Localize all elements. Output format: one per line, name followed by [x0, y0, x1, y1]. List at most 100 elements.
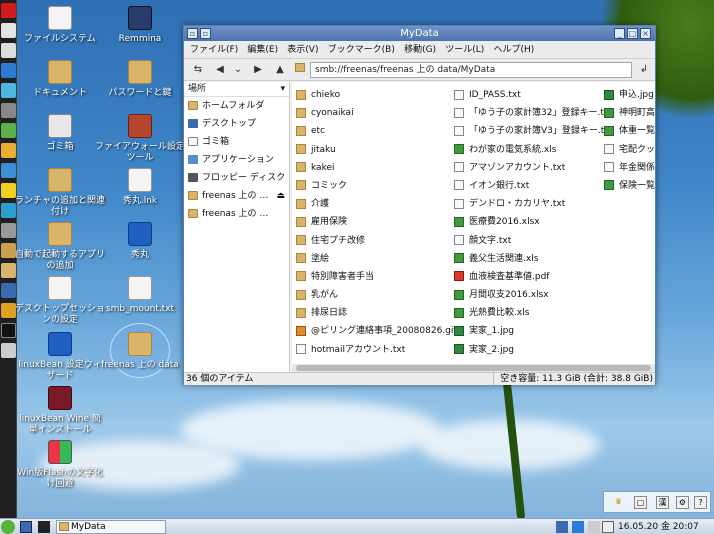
paint-icon[interactable] [1, 143, 16, 158]
file-item[interactable]: 年金関係… [604, 159, 655, 177]
file-item[interactable]: わが家の電気系統.xls [454, 141, 613, 159]
history-dropdown-icon[interactable]: ⌄ [230, 62, 246, 78]
sidebar-item-desktop[interactable]: デスクトップ [184, 115, 289, 133]
desktop-icon-smb-mount[interactable]: smb_mount.txt [95, 276, 185, 315]
file-item[interactable]: 乳がん [296, 286, 457, 304]
desktop-icon-passwords[interactable]: パスワードと鍵 [95, 60, 185, 99]
file-item[interactable]: cyonaikai [296, 104, 457, 122]
sidebar-item-trash[interactable]: ゴミ箱 [184, 133, 289, 151]
terminal-icon[interactable] [1, 323, 16, 338]
show-desktop-icon[interactable] [20, 521, 32, 533]
desktop-icon-remmina[interactable]: Remmina [95, 6, 185, 45]
sidebar-item-freenas-1[interactable]: freenas 上の … ⏏ [184, 187, 289, 205]
back-icon[interactable]: ◀ [212, 62, 228, 78]
menu-tools[interactable]: ツール(L) [442, 41, 487, 59]
monitor-icon[interactable] [602, 521, 614, 533]
sidebar-item-home[interactable]: ホームフォルダ [184, 97, 289, 115]
tool-icon[interactable]: ⚙ [676, 496, 689, 509]
desktop-icon-autostart[interactable]: 自動で起動するアプリの追加 [15, 222, 105, 272]
forward-icon[interactable]: ▶ [250, 62, 266, 78]
crown-icon[interactable]: ♛ [612, 496, 625, 509]
game-icon[interactable] [1, 123, 16, 138]
media-icon[interactable] [1, 103, 16, 118]
desktop-icon-wine-install[interactable]: linuxBean Wine 簡単インストール [15, 386, 105, 436]
desktop-icon-linuxbean-wizard[interactable]: linuxBean 設定ウィザード [15, 332, 105, 382]
file-item[interactable]: デンドロ・カカリヤ.txt [454, 195, 613, 213]
window-titlebar[interactable]: ▫ ▫ MyData _ □ × [184, 26, 655, 41]
pin-icon[interactable]: ▢ [634, 496, 647, 509]
folder-icon[interactable] [1, 263, 16, 278]
start-menu-button[interactable] [1, 520, 15, 534]
tools-icon[interactable] [1, 243, 16, 258]
file-item[interactable]: イオン銀行.txt [454, 177, 613, 195]
help-icon[interactable]: ? [694, 496, 707, 509]
network-icon[interactable] [1, 203, 16, 218]
minimize-button[interactable]: _ [614, 28, 625, 39]
file-item[interactable]: @ピリング連絡事項_20080826.gif [296, 322, 457, 340]
file-item[interactable]: 義父生活関連.xls [454, 250, 613, 268]
file-item[interactable]: 住宅プチ改修 [296, 232, 457, 250]
window-menu-button[interactable]: ▫ [187, 28, 198, 39]
new-tab-icon[interactable]: ⇆ [190, 62, 206, 78]
file-item[interactable]: アマゾンアカウント.txt [454, 159, 613, 177]
desktop-icon-hidemaru-lnk[interactable]: 秀丸.lnk [95, 168, 185, 207]
file-item[interactable]: 排尿日誌 [296, 304, 457, 322]
file-item[interactable]: 神明町高… [604, 104, 655, 122]
scrollbar-thumb[interactable] [296, 365, 651, 371]
menu-view[interactable]: 表示(V) [284, 41, 321, 59]
file-item[interactable]: 「ゆう子の家計簿32」登録キー.txt [454, 104, 613, 122]
horizontal-scrollbar[interactable] [292, 364, 655, 372]
desktop-icon-freenas-data[interactable]: freenas 上の data [95, 332, 185, 371]
desktop-icon-session[interactable]: デスクトップセッションの設定 [15, 276, 105, 326]
opera-icon[interactable] [1, 3, 16, 18]
volume-icon[interactable] [588, 521, 600, 533]
desktop-icon-filesystem[interactable]: ファイルシステム [15, 6, 105, 45]
monitor-icon[interactable] [1, 283, 16, 298]
photo-icon[interactable] [1, 163, 16, 178]
close-button[interactable]: × [640, 28, 651, 39]
sidebar-header[interactable]: 場所 ▾ [184, 82, 289, 97]
file-item[interactable]: 「ゆう子の家計簿V3」登録キー.txt [454, 122, 613, 140]
sidebar-item-floppy[interactable]: フロッピー ディスク [184, 169, 289, 187]
menu-help[interactable]: ヘルプ(H) [490, 41, 537, 59]
file-item[interactable]: 医療費2016.xlsx [454, 213, 613, 231]
file-item[interactable]: 宅配クック… [604, 141, 655, 159]
globe-icon[interactable] [1, 63, 16, 78]
file-item[interactable]: 体重一覧… [604, 122, 655, 140]
file-item[interactable]: 塗絵 [296, 250, 457, 268]
desktop-icon-firewall[interactable]: ファイアウォール設定ツール [95, 114, 185, 164]
mail-icon[interactable] [1, 23, 16, 38]
bird-icon[interactable] [1, 183, 16, 198]
desktop-icon-launcher-add[interactable]: ランチャの追加と関連付け [15, 168, 105, 218]
file-item[interactable]: chieko [296, 86, 457, 104]
taskbar-item-mydata[interactable]: MyData [56, 520, 166, 534]
ime-mode-icon[interactable]: 漢 [656, 496, 669, 509]
window-shade-button[interactable]: ▫ [200, 28, 211, 39]
trash-icon[interactable] [1, 343, 16, 358]
menu-edit[interactable]: 編集(E) [244, 41, 281, 59]
sidebar-item-freenas-2[interactable]: freenas 上の … [184, 205, 289, 223]
music-icon[interactable] [1, 83, 16, 98]
clock[interactable]: 16.05.20 金 20:07 [618, 519, 699, 534]
menu-go[interactable]: 移動(G) [401, 41, 439, 59]
eject-icon[interactable]: ⏏ [276, 187, 285, 205]
file-item[interactable]: 特別障害者手当 [296, 268, 457, 286]
file-item[interactable]: kakei [296, 159, 457, 177]
file-item[interactable]: 実家_1.jpg [454, 322, 613, 340]
menu-file[interactable]: ファイル(F) [187, 41, 241, 59]
file-item[interactable]: 月間収支2016.xlsx [454, 286, 613, 304]
go-icon[interactable]: ↲ [636, 62, 652, 78]
menu-bookmarks[interactable]: ブックマーク(B) [325, 41, 398, 59]
network-icon[interactable] [556, 521, 568, 533]
desktop-icon-documents[interactable]: ドキュメント [15, 60, 105, 99]
file-item[interactable]: jitaku [296, 141, 457, 159]
file-item[interactable]: 実家_2.jpg [454, 341, 613, 359]
wifi-icon[interactable] [572, 521, 584, 533]
file-item[interactable]: 保険一覧… [604, 177, 655, 195]
up-icon[interactable]: ▲ [272, 62, 288, 78]
address-bar[interactable]: smb://freenas/freenas 上の data/MyData [310, 62, 632, 78]
file-item[interactable]: etc [296, 122, 457, 140]
file-item[interactable]: 顔文字.txt [454, 232, 613, 250]
pen-icon[interactable] [1, 43, 16, 58]
settings-icon[interactable] [1, 223, 16, 238]
